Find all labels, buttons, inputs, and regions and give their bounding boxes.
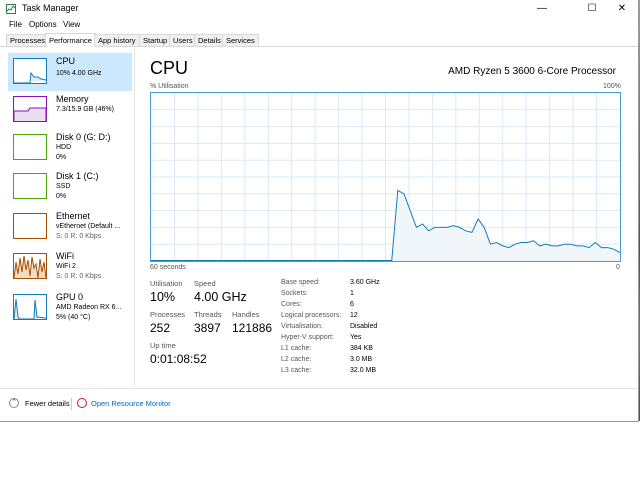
processes-value: 252 xyxy=(150,321,171,335)
sidebar-item-memory[interactable]: Memory 7.3/15.9 GB (46%) xyxy=(8,91,132,129)
tab-processes[interactable]: Processes xyxy=(6,34,50,46)
footer-bar: ⌃ Fewer details Open Resource Monitor xyxy=(0,388,638,422)
spec-value-l2-cache: 3.0 MB xyxy=(350,356,373,363)
tab-app-history[interactable]: App history xyxy=(94,34,140,46)
sidebar-wifi-name: WiFi xyxy=(56,251,74,261)
footer-divider xyxy=(71,398,72,410)
spec-label-sockets: Sockets: xyxy=(281,290,308,297)
processes-label: Processes xyxy=(150,310,186,319)
graph-time-end: 0 xyxy=(616,264,620,271)
sidebar-ethernet-name: Ethernet xyxy=(56,211,91,221)
sidebar-disk-0-usage: 0% xyxy=(56,154,67,161)
disk-1-thumbnail xyxy=(13,173,47,199)
sidebar-ethernet-adapter: vEthernet (Default ... xyxy=(56,223,121,230)
menu-options[interactable]: Options xyxy=(29,20,57,29)
sidebar-item-cpu[interactable]: CPU 10% 4.00 GHz xyxy=(8,53,132,91)
uptime-label: Up time xyxy=(150,341,176,350)
sidebar-disk-0-type: HDD xyxy=(56,144,72,151)
gpu-thumbnail xyxy=(13,294,47,320)
resource-sidebar: CPU 10% 4.00 GHz Memory 7.3/15.9 GB (46%… xyxy=(0,48,135,386)
utilisation-value: 10% xyxy=(150,290,176,304)
sidebar-disk-1-usage: 0% xyxy=(56,193,67,200)
sidebar-item-gpu[interactable]: GPU 0 AMD Radeon RX 6... 5% (40 °C) xyxy=(8,289,132,327)
title-bar[interactable]: Task Manager — ☐ ✕ xyxy=(0,0,638,18)
sidebar-wifi-throughput: S: 0 R: 0 Kbps xyxy=(56,273,102,280)
threads-label: Threads xyxy=(194,310,222,319)
speed-label: Speed xyxy=(194,279,216,288)
sidebar-gpu-usage: 5% (40 °C) xyxy=(56,314,91,321)
sidebar-memory-name: Memory xyxy=(56,94,89,104)
minimize-button[interactable]: — xyxy=(526,0,558,18)
sidebar-item-ethernet[interactable]: Ethernet vEthernet (Default ... S: 0 R: … xyxy=(8,208,132,246)
spec-value-l1-cache: 384 KB xyxy=(350,345,373,352)
task-manager-icon xyxy=(6,4,16,14)
spec-value-sockets: 1 xyxy=(350,290,354,297)
wifi-thumbnail xyxy=(13,253,47,279)
disk-0-thumbnail xyxy=(13,134,47,160)
spec-label-cores: Cores: xyxy=(281,301,302,308)
cpu-utilisation-area xyxy=(391,190,620,261)
cpu-utilisation-svg xyxy=(151,93,621,262)
spec-label-hyper-v: Hyper-V support: xyxy=(281,334,334,341)
tab-performance[interactable]: Performance xyxy=(45,33,96,47)
sidebar-memory-detail: 7.3/15.9 GB (46%) xyxy=(56,106,114,113)
tab-users[interactable]: Users xyxy=(169,34,197,46)
ethernet-thumbnail xyxy=(13,213,47,239)
sidebar-ethernet-throughput: S: 0 R: 0 Kbps xyxy=(56,233,102,240)
cpu-thumbnail xyxy=(13,58,47,84)
window-title: Task Manager xyxy=(22,3,79,13)
graph-y-label: % Utilisation xyxy=(150,83,189,90)
tab-services[interactable]: Services xyxy=(222,34,259,46)
sidebar-cpu-detail: 10% 4.00 GHz xyxy=(56,70,102,77)
page-title: CPU xyxy=(150,58,189,78)
threads-value: 3897 xyxy=(194,321,221,335)
menu-view[interactable]: View xyxy=(63,20,80,29)
close-button[interactable]: ✕ xyxy=(606,0,638,18)
spec-value-virtualisation: Disabled xyxy=(350,323,378,330)
sidebar-wifi-adapter: WiFi 2 xyxy=(56,263,76,270)
chevron-up-icon[interactable]: ⌃ xyxy=(9,398,19,408)
sidebar-disk-0-name: Disk 0 (G: D:) xyxy=(56,132,111,142)
tab-bar: Processes Performance App history Startu… xyxy=(0,33,638,47)
sidebar-item-disk-0[interactable]: Disk 0 (G: D:) HDD 0% xyxy=(8,129,132,167)
tab-details[interactable]: Details xyxy=(194,34,225,46)
spec-value-l3-cache: 32.0 MB xyxy=(350,367,377,374)
spec-value-cores: 6 xyxy=(350,301,354,308)
memory-thumbnail xyxy=(13,96,47,122)
sidebar-disk-1-name: Disk 1 (C:) xyxy=(56,171,99,181)
spec-label-l1-cache: L1 cache: xyxy=(281,345,312,352)
handles-value: 121886 xyxy=(232,321,273,335)
resource-monitor-icon[interactable] xyxy=(77,398,87,408)
spec-value-hyper-v: Yes xyxy=(350,334,362,341)
spec-label-base-speed: Base speed: xyxy=(281,279,320,286)
spec-value-logical-processors: 12 xyxy=(350,312,358,319)
tab-startup[interactable]: Startup xyxy=(139,34,172,46)
fewer-details-button[interactable]: Fewer details xyxy=(25,399,70,408)
cpu-utilisation-graph xyxy=(150,92,621,262)
spec-label-l2-cache: L2 cache: xyxy=(281,356,312,363)
sidebar-disk-1-type: SSD xyxy=(56,183,71,190)
processor-name: AMD Ryzen 5 3600 6-Core Processor xyxy=(448,66,616,77)
maximize-button[interactable]: ☐ xyxy=(576,0,608,18)
task-manager-window: Task Manager — ☐ ✕ File Options View Pro… xyxy=(0,0,639,422)
utilisation-label: Utilisation xyxy=(150,279,183,288)
sidebar-item-disk-1[interactable]: Disk 1 (C:) SSD 0% xyxy=(8,168,132,206)
sidebar-cpu-name: CPU xyxy=(56,56,76,66)
speed-value: 4.00 GHz xyxy=(194,290,247,304)
spec-label-l3-cache: L3 cache: xyxy=(281,367,312,374)
graph-time-span: 60 seconds xyxy=(150,264,186,271)
sidebar-gpu-name: GPU 0 xyxy=(56,292,84,302)
sidebar-gpu-model: AMD Radeon RX 6... xyxy=(56,304,122,311)
menu-file[interactable]: File xyxy=(9,20,22,29)
sidebar-item-wifi[interactable]: WiFi WiFi 2 S: 0 R: 0 Kbps xyxy=(8,248,132,286)
spec-label-virtualisation: Virtualisation: xyxy=(281,323,323,330)
spec-value-base-speed: 3.60 GHz xyxy=(350,279,380,286)
uptime-value: 0:01:08:52 xyxy=(150,352,207,366)
handles-label: Handles xyxy=(232,310,260,319)
graph-y-max: 100% xyxy=(603,83,621,90)
open-resource-monitor-link[interactable]: Open Resource Monitor xyxy=(91,399,171,408)
spec-label-logical-processors: Logical processors: xyxy=(281,312,342,319)
